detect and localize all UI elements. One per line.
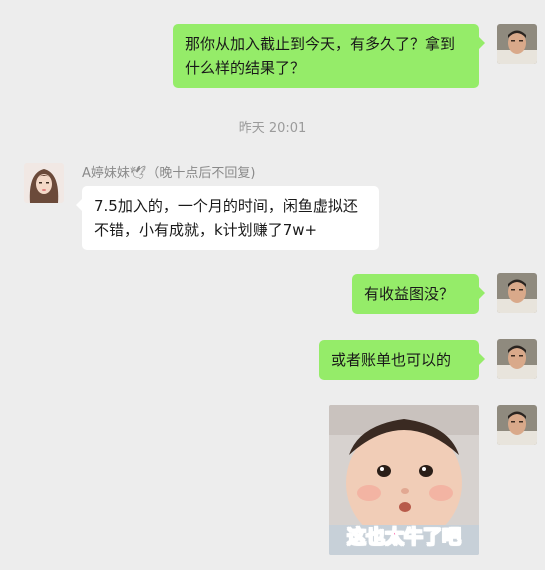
- woman-avatar-icon: [24, 163, 64, 203]
- man-avatar-icon: [497, 405, 537, 445]
- self-avatar[interactable]: [497, 339, 537, 379]
- self-avatar[interactable]: [497, 273, 537, 313]
- message-bubble-other[interactable]: 7.5加入的，一个月的时间，闲鱼虚拟还不错，小有成就，k计划赚了7w+: [76, 186, 379, 250]
- self-avatar[interactable]: [497, 405, 537, 445]
- man-avatar-icon: [497, 24, 537, 64]
- man-avatar-icon: [497, 339, 537, 379]
- sender-name: A婷妹妹🕊（晚十点后不回复): [82, 166, 256, 181]
- contact-avatar[interactable]: [24, 163, 64, 203]
- sticker-caption: 这也太牛了吧: [346, 526, 461, 549]
- message-bubble-self[interactable]: 有收益图没？: [352, 274, 485, 314]
- man-avatar-icon: [497, 273, 537, 313]
- message-bubble-self[interactable]: 那你从加入截止到今天，有多久了？拿到什么样的结果了？: [173, 24, 485, 88]
- message-bubble-self[interactable]: 或者账单也可以的: [319, 340, 485, 380]
- timestamp: 昨天 20:01: [238, 121, 307, 136]
- self-avatar[interactable]: [497, 24, 537, 64]
- sticker-image[interactable]: 这也太牛了吧: [329, 405, 479, 555]
